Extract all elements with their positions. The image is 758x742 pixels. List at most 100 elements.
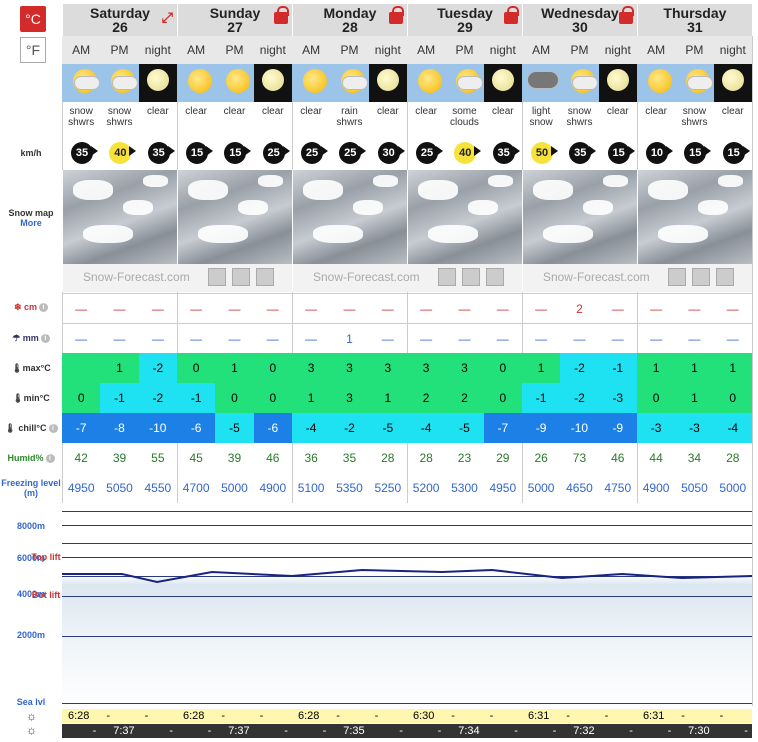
altitude-2000-label: 2000m [16, 630, 46, 640]
rain-label: ☂ mm i [0, 333, 62, 344]
lock-icon[interactable] [273, 6, 289, 24]
snow-amount: — [253, 293, 292, 323]
humidity-unit: Humid% [7, 453, 44, 463]
snow-map-image[interactable] [291, 170, 407, 264]
humidity: 29 [496, 451, 510, 465]
wind-cell: 35 [139, 138, 177, 168]
rain-amount: — [483, 323, 522, 353]
min-temp: -1 [176, 383, 216, 413]
snow-label: ❄ cm i [0, 302, 62, 313]
map-sun-icon[interactable] [715, 268, 734, 286]
weather-cell [138, 64, 177, 102]
wind-arrow-icon [167, 146, 175, 156]
wind-speed: 35 [147, 142, 170, 164]
thermometer-icon: 🌡 [11, 363, 23, 373]
wind-speed: 25 [415, 142, 438, 164]
snow-map-image[interactable] [406, 170, 522, 264]
max-temp: 3 [291, 353, 331, 383]
sunrise-time: 6:30 [406, 709, 446, 723]
map-prev-icon[interactable] [437, 268, 456, 286]
wind-arrow-icon [627, 146, 635, 156]
snow-map-image[interactable] [521, 170, 637, 264]
max-temp: 1 [636, 353, 676, 383]
moon-icon [721, 69, 744, 91]
snow-patch [417, 180, 458, 200]
humidity: 44 [649, 451, 663, 465]
snow-amount: — [675, 293, 714, 323]
wind-arrow-icon [704, 146, 712, 156]
weather-description: rain shwrs [336, 106, 363, 128]
min-temp: 3 [330, 383, 369, 413]
info-icon[interactable]: i [45, 454, 55, 464]
wind-arrow-icon [205, 146, 213, 156]
sunset-time: - [713, 724, 752, 738]
day-header[interactable]: Sunday 27 [176, 4, 292, 36]
weather-description: clear [146, 106, 169, 117]
time-of-day: night [598, 36, 637, 64]
snow-forecast-table: °C °F km/h Snow map More ❄ cm i ☂ mm i 🌡max… [0, 0, 758, 742]
day-header[interactable]: Wednesday 30 [521, 4, 637, 36]
snow-map-more-link[interactable]: More [20, 218, 42, 228]
snow-map-image[interactable] [176, 170, 292, 264]
map-sun-icon[interactable] [485, 268, 504, 286]
weather-description: snow shwrs [566, 106, 593, 128]
thermometer-icon: 🌡 [4, 423, 16, 433]
rain-amount: — [636, 323, 676, 353]
day-header[interactable]: Saturday 26 ⤢ [62, 4, 177, 36]
info-icon[interactable]: i [40, 334, 50, 344]
map-next-icon[interactable] [691, 268, 710, 286]
info-icon[interactable]: i [39, 303, 49, 313]
moon-icon [146, 69, 169, 91]
wind-arrow-icon [359, 146, 367, 156]
lock-icon[interactable] [388, 6, 404, 24]
map-prev-icon[interactable] [667, 268, 686, 286]
min-temp: 1 [368, 383, 407, 413]
snow-unit: cm [24, 302, 38, 312]
wind-cell: 25 [407, 138, 445, 168]
map-prev-icon[interactable] [208, 268, 226, 286]
map-sun-icon[interactable] [256, 268, 274, 286]
sunrise-time: 6:28 [291, 709, 331, 723]
time-of-day: AM [521, 36, 561, 64]
rain-amount: — [291, 323, 331, 353]
humidity: 73 [572, 451, 587, 465]
weather-cell [636, 64, 676, 102]
lock-icon[interactable] [503, 6, 519, 24]
snow-patch [143, 175, 168, 187]
wind-arrow-icon [665, 146, 673, 156]
altitude-gridline [62, 525, 752, 526]
day-header[interactable]: Monday 28 [291, 4, 407, 36]
wind-cell: 50 [522, 138, 560, 168]
weather-description: clear [721, 106, 744, 117]
wind-chill: -9 [598, 413, 637, 443]
lock-icon[interactable] [618, 6, 634, 24]
weather-cell [253, 64, 292, 102]
sunset-time: 7:32 [560, 724, 599, 738]
day-header[interactable]: Tuesday 29 [406, 4, 522, 36]
weather-cell [445, 64, 484, 102]
chill-unit: chill°C [18, 423, 47, 433]
rain-amount: — [62, 323, 101, 353]
info-icon[interactable]: i [48, 424, 58, 434]
snow-amount: — [483, 293, 522, 323]
sun-icon [187, 69, 212, 93]
celsius-toggle[interactable]: °C [20, 6, 46, 32]
snow-map-image[interactable] [62, 170, 177, 264]
sunset-time: - [291, 724, 331, 738]
expand-icon[interactable]: ⤢ [162, 10, 173, 24]
altitude-8000-label: 8000m [16, 521, 46, 531]
humidity: 39 [227, 451, 242, 465]
map-next-icon[interactable] [461, 268, 480, 286]
max-unit: max°C [22, 363, 51, 373]
freezing-level: 5300 [451, 481, 478, 495]
sunrise-time: - [713, 709, 752, 723]
day-header[interactable]: Thursday 31 [636, 4, 752, 36]
map-next-icon[interactable] [232, 268, 250, 286]
wind-arrow-icon [435, 146, 443, 156]
altitude-gridline [62, 636, 752, 637]
wind-chill: -3 [675, 413, 714, 443]
snow-map-image[interactable] [636, 170, 752, 264]
snow-map-toolbar: Snow-Forecast.com [291, 264, 522, 292]
fahrenheit-toggle[interactable]: °F [20, 37, 46, 63]
max-temp: 3 [445, 353, 484, 383]
